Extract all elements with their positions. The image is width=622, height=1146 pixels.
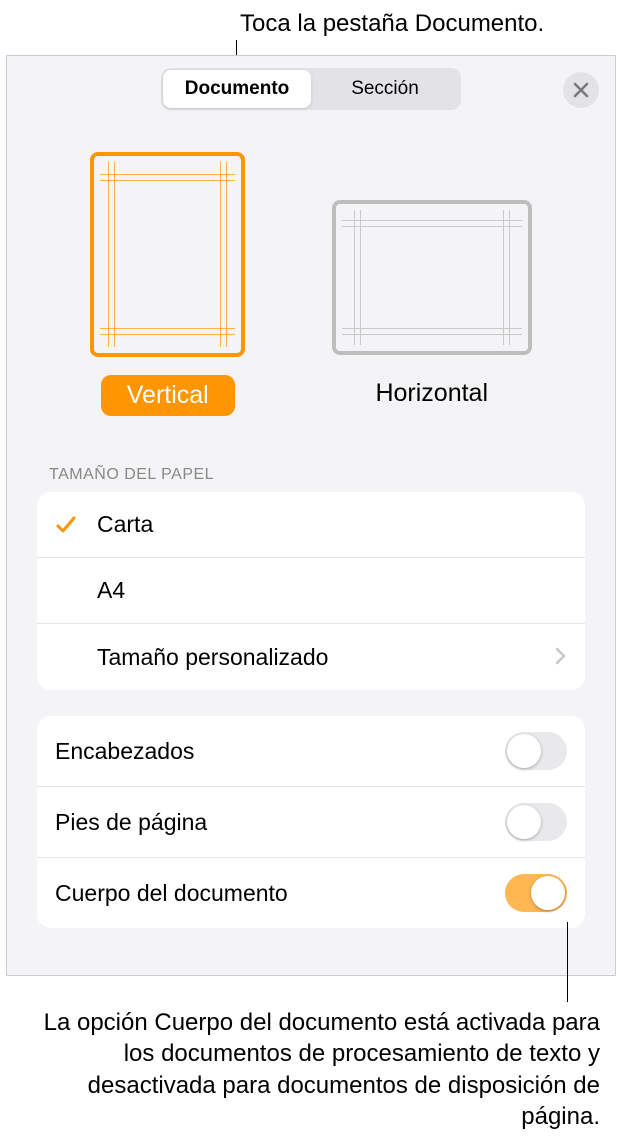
tab-document[interactable]: Documento <box>163 70 311 108</box>
headers-label: Encabezados <box>55 738 194 765</box>
paper-size-a4-label: A4 <box>97 577 125 604</box>
document-settings-panel: Documento Sección Vertical <box>6 55 616 976</box>
orientation-horizontal-option[interactable]: Horizontal <box>332 200 532 416</box>
callout-bottom-line <box>567 922 568 1002</box>
headers-toggle-row: Encabezados <box>37 716 585 787</box>
paper-size-letter-label: Carta <box>97 511 153 538</box>
document-body-toggle[interactable] <box>505 874 567 912</box>
callout-bottom-text: La opción Cuerpo del documento está acti… <box>20 1007 600 1132</box>
chevron-right-icon <box>555 644 567 671</box>
checkmark-icon <box>55 514 97 536</box>
paper-size-custom-row[interactable]: Tamaño personalizado <box>37 624 585 690</box>
orientation-row: Vertical Horizontal <box>37 142 585 436</box>
close-icon <box>573 82 589 98</box>
orientation-vertical-label: Vertical <box>101 375 235 416</box>
tab-segmented-control: Documento Sección <box>161 68 461 110</box>
panel-header: Documento Sección <box>7 56 615 122</box>
paper-size-letter-row[interactable]: Carta <box>37 492 585 558</box>
document-body-label: Cuerpo del documento <box>55 880 288 907</box>
close-button[interactable] <box>563 72 599 108</box>
paper-size-a4-row[interactable]: A4 <box>37 558 585 624</box>
footers-toggle[interactable] <box>505 803 567 841</box>
headers-toggle[interactable] <box>505 732 567 770</box>
paper-size-header: TAMAÑO DEL PAPEL <box>37 436 585 492</box>
tab-section[interactable]: Sección <box>311 70 459 108</box>
footers-toggle-row: Pies de página <box>37 787 585 858</box>
page-thumb-horizontal <box>332 200 532 355</box>
orientation-horizontal-label: Horizontal <box>349 373 514 414</box>
paper-size-list: Carta A4 Tamaño personalizado <box>37 492 585 690</box>
panel-content: Vertical Horizontal TAMAÑO DEL PAPEL <box>7 122 615 938</box>
document-body-toggle-row: Cuerpo del documento <box>37 858 585 928</box>
orientation-vertical-option[interactable]: Vertical <box>90 152 245 416</box>
paper-size-custom-label: Tamaño personalizado <box>97 644 328 671</box>
callout-top-text: Toca la pestaña Documento. <box>240 10 544 38</box>
page-thumb-vertical <box>90 152 245 357</box>
footers-label: Pies de página <box>55 809 207 836</box>
toggle-list: Encabezados Pies de página Cuerpo del do… <box>37 716 585 928</box>
